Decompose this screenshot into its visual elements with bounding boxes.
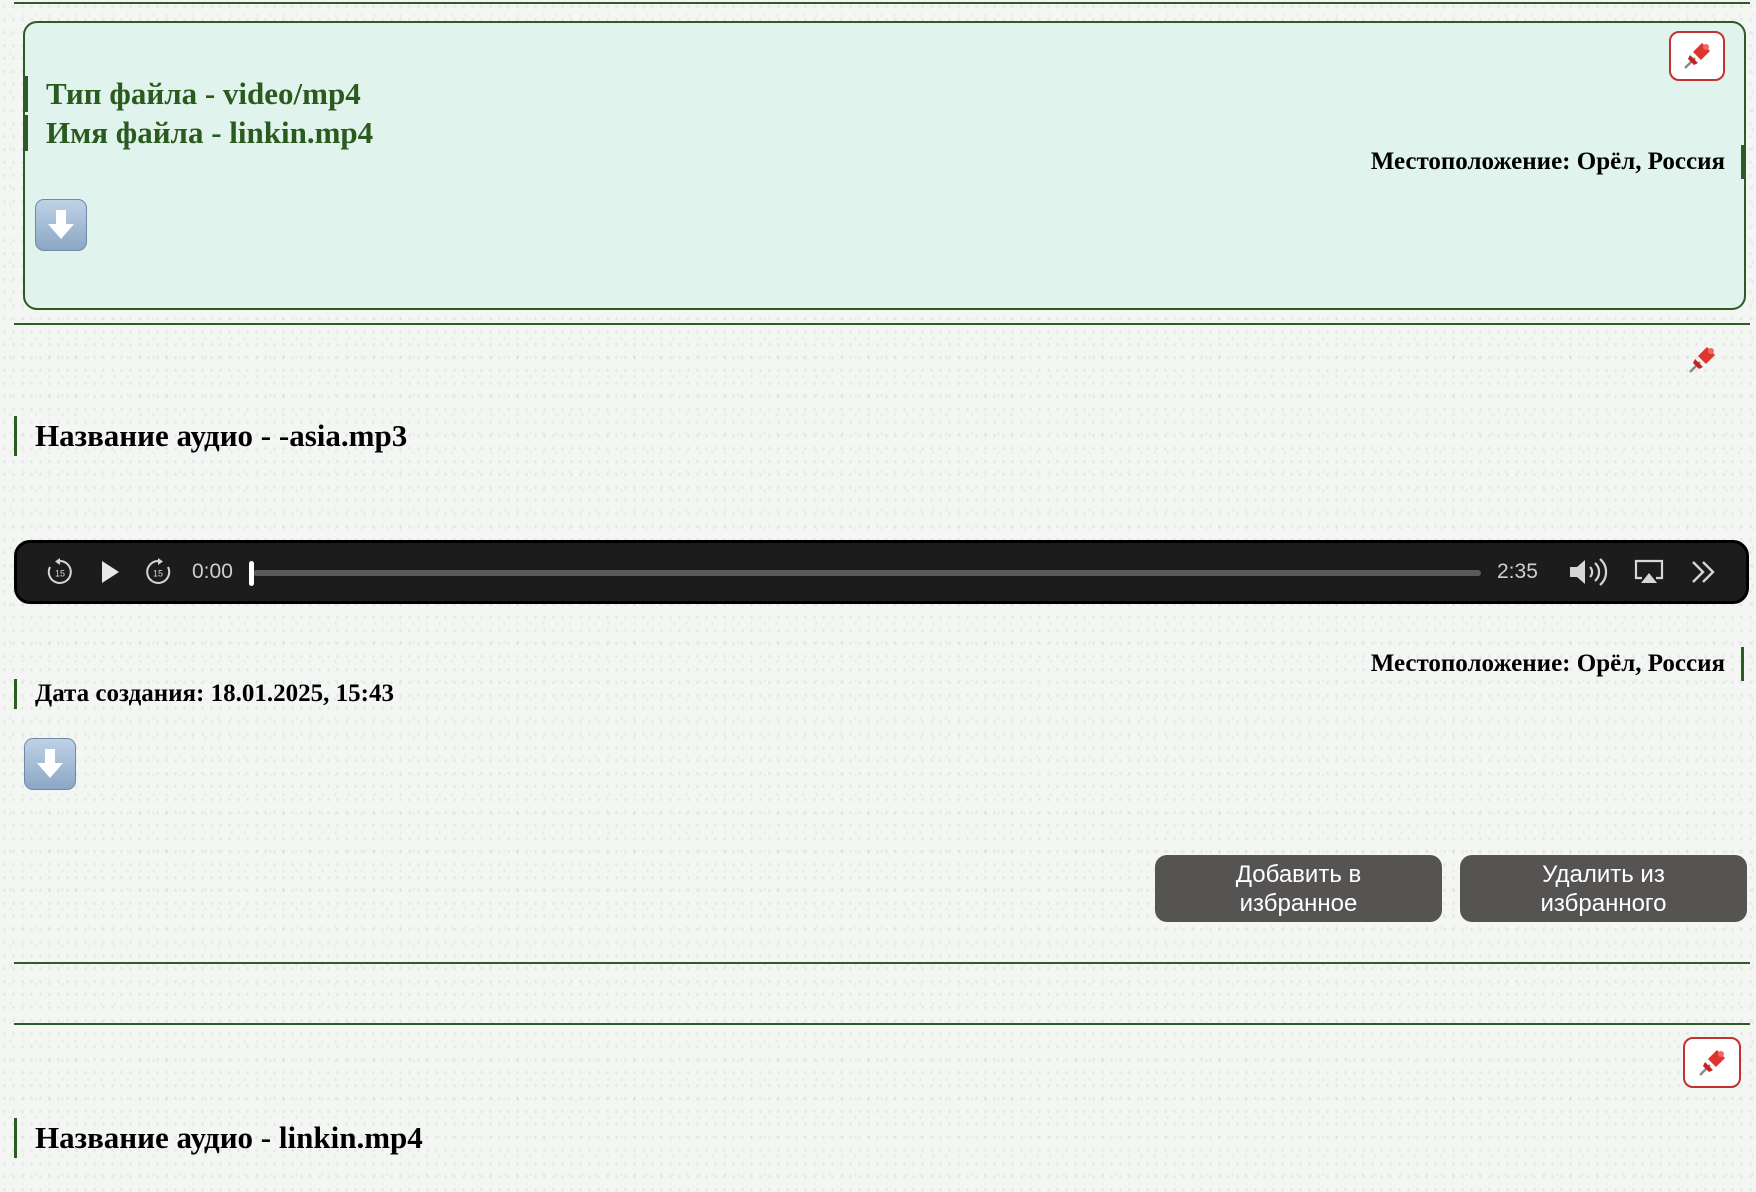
audio-title: Название аудио - linkin.mp4 xyxy=(14,1118,423,1158)
duration: 2:35 xyxy=(1497,560,1538,583)
volume-icon xyxy=(1570,558,1608,586)
svg-text:15: 15 xyxy=(55,569,65,579)
download-button[interactable] xyxy=(24,738,76,790)
pin-button[interactable] xyxy=(1682,340,1722,380)
location-label: Местоположение: Орёл, Россия xyxy=(1371,145,1744,179)
pin-button[interactable] xyxy=(1669,31,1725,81)
download-button[interactable] xyxy=(35,199,87,251)
created-date: Дата создания: 18.01.2025, 15:43 xyxy=(14,679,394,709)
divider xyxy=(14,1023,1750,1025)
file-name-label: Имя файла - linkin.mp4 xyxy=(25,115,373,151)
chevron-double-right-icon xyxy=(1692,561,1715,583)
add-favorite-button[interactable]: Добавить в избранное xyxy=(1155,855,1442,922)
rewind-15-icon: 15 xyxy=(47,558,72,584)
pushpin-icon xyxy=(1689,347,1715,373)
divider xyxy=(14,323,1750,325)
forward-button[interactable]: 15 xyxy=(143,557,173,587)
remove-favorite-button[interactable]: Удалить из избранного xyxy=(1460,855,1747,922)
file-type-label: Тип файла - video/mp4 xyxy=(25,76,361,112)
current-time: 0:00 xyxy=(192,560,233,583)
airplay-icon xyxy=(1634,559,1664,583)
rewind-button[interactable]: 15 xyxy=(45,557,75,587)
audio-title: Название аудио - -asia.mp3 xyxy=(14,416,407,456)
airplay-button[interactable] xyxy=(1633,557,1665,587)
download-arrow-icon xyxy=(48,210,74,239)
volume-button[interactable] xyxy=(1567,557,1609,587)
play-button[interactable] xyxy=(97,558,123,586)
svg-text:15: 15 xyxy=(153,569,163,579)
pin-button[interactable] xyxy=(1683,1037,1741,1088)
download-arrow-icon xyxy=(37,749,63,778)
forward-15-icon: 15 xyxy=(146,558,171,584)
seek-bar[interactable] xyxy=(253,570,1481,576)
seek-handle[interactable] xyxy=(249,561,254,586)
divider xyxy=(14,962,1750,964)
top-divider xyxy=(14,2,1750,4)
pushpin-icon xyxy=(1684,43,1710,69)
audio-player: 15 15 0:00 2:35 xyxy=(14,540,1749,604)
location-label: Местоположение: Орёл, Россия xyxy=(1371,647,1744,681)
pushpin-icon xyxy=(1699,1049,1725,1076)
more-options-button[interactable] xyxy=(1689,557,1719,587)
video-card: Тип файла - video/mp4 Имя файла - linkin… xyxy=(23,21,1746,310)
play-icon xyxy=(102,561,119,583)
